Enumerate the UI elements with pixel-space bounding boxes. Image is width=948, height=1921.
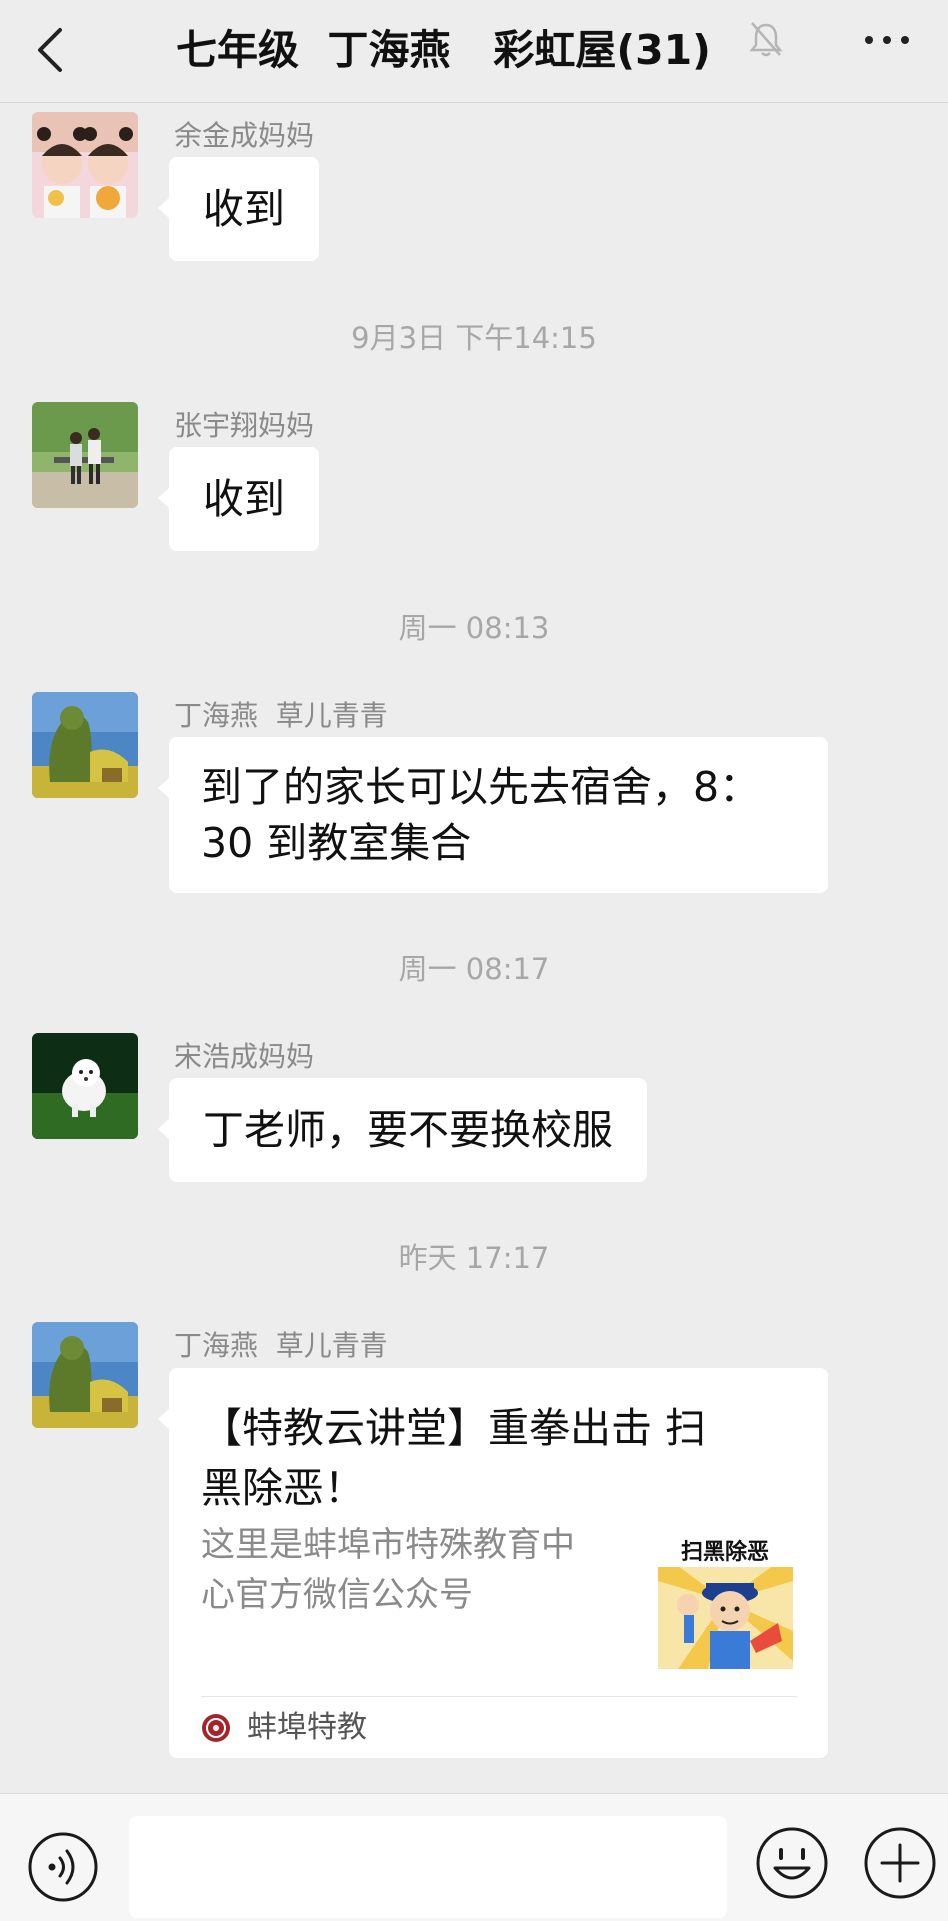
timestamp: 昨天 17:17 xyxy=(398,1241,550,1275)
more-functions-button[interactable] xyxy=(863,1826,937,1900)
avatar[interactable] xyxy=(32,402,138,508)
emoji-icon xyxy=(756,1827,828,1899)
article-source: 蚌埠特教 xyxy=(247,1710,367,1745)
message-line: 到了的家长可以先去宿舍，8： xyxy=(201,763,761,811)
article-thumbnail: 扫黑除恶 xyxy=(658,1531,793,1669)
more-button[interactable] xyxy=(862,25,912,55)
sender-name: 丁海燕 草儿青青 xyxy=(174,699,388,732)
message-input[interactable] xyxy=(129,1816,727,1918)
avatar[interactable] xyxy=(32,692,138,798)
back-icon xyxy=(38,28,62,72)
timestamp: 9月3日 下午14:15 xyxy=(351,321,597,355)
two-girls-photo-avatar xyxy=(32,112,138,218)
sender-name: 宋浩成妈妈 xyxy=(174,1040,315,1073)
message-bubble[interactable]: 丁老师，要不要换校服 xyxy=(158,1078,647,1182)
chat-header: 七年级 丁海燕 彩虹屋(31) xyxy=(0,0,948,103)
sender-name: 张宇翔妈妈 xyxy=(174,409,315,442)
voice-button[interactable] xyxy=(27,1831,99,1903)
more-icon xyxy=(865,36,909,44)
card-divider xyxy=(201,1696,797,1697)
chat-title: 七年级 丁海燕 彩虹屋(31) xyxy=(176,26,711,74)
police-cartoon-thumbnail: 扫黑除恶 xyxy=(658,1531,793,1669)
message-bubble[interactable]: 到了的家长可以先去宿舍，8： 30 到教室集合 xyxy=(158,737,828,893)
article-title-line: 【特教云讲堂】重拳出击 扫 xyxy=(201,1404,707,1452)
input-bar xyxy=(0,1793,948,1921)
message-line: 30 到教室集合 xyxy=(201,819,472,867)
avatar[interactable] xyxy=(32,1322,138,1428)
message-bubble[interactable]: 收到 xyxy=(158,157,319,261)
article-description: 这里是蚌埠市特殊教育中 心官方微信公众号 xyxy=(201,1520,621,1620)
two-people-outdoor-photo-avatar xyxy=(32,402,138,508)
hedge-sculpture-photo-avatar xyxy=(32,1322,138,1428)
avatar[interactable] xyxy=(32,112,138,218)
mute-bell-icon xyxy=(749,22,783,57)
timestamp: 周一 08:17 xyxy=(398,952,550,986)
article-description-line: 心官方微信公众号 xyxy=(201,1575,473,1615)
article-title: 【特教云讲堂】重拳出击 扫 黑除恶！ xyxy=(201,1398,781,1518)
emoji-button[interactable] xyxy=(755,1826,829,1900)
article-card[interactable]: 【特教云讲堂】重拳出击 扫 黑除恶！ 这里是蚌埠市特殊教育中 心官方微信公众号 … xyxy=(158,1368,828,1758)
article-title-line: 黑除恶！ xyxy=(201,1464,365,1512)
voice-icon xyxy=(28,1832,98,1902)
timestamp: 周一 08:13 xyxy=(398,611,550,645)
hedge-sculpture-photo-avatar xyxy=(32,692,138,798)
thumbnail-text: 扫黑除恶 xyxy=(681,1539,769,1565)
back-button[interactable] xyxy=(30,22,70,78)
sender-name: 丁海燕 草儿青青 xyxy=(174,1329,388,1362)
avatar[interactable] xyxy=(32,1033,138,1139)
article-description-line: 这里是蚌埠市特殊教育中 xyxy=(201,1525,575,1565)
source-logo xyxy=(201,1713,231,1743)
sender-name: 余金成妈妈 xyxy=(174,119,315,152)
white-dog-photo-avatar xyxy=(32,1033,138,1139)
message-bubble[interactable]: 收到 xyxy=(158,447,319,551)
source-logo-icon xyxy=(202,1714,230,1742)
plus-icon xyxy=(864,1827,936,1899)
mute-indicator xyxy=(748,19,784,59)
